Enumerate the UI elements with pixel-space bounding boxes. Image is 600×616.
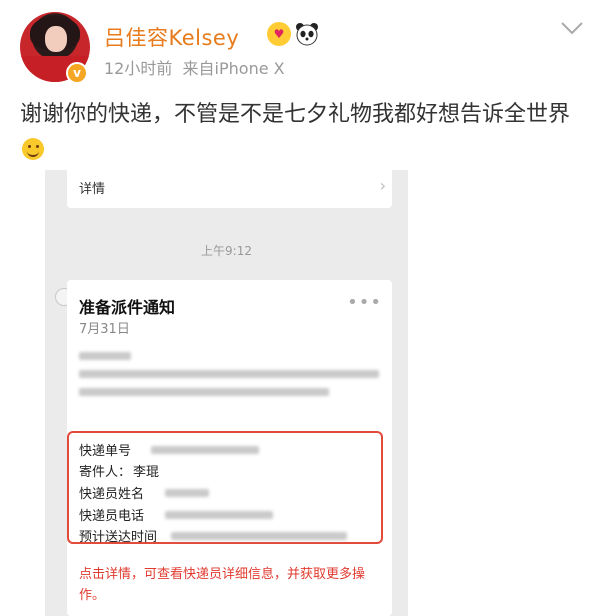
blurred-value bbox=[151, 446, 259, 454]
blurred-value bbox=[165, 511, 273, 519]
blurred-text bbox=[79, 388, 329, 396]
field-label: 快递单号 bbox=[79, 444, 132, 459]
post-text: 谢谢你的快递，不管是不是七夕礼物我都好想告诉全世界 bbox=[20, 102, 571, 127]
notice-date: 7月31日 bbox=[79, 322, 130, 337]
chevron-right-icon: › bbox=[379, 176, 386, 195]
field-courier-name: 快递员姓名 bbox=[79, 483, 144, 502]
field-label: 预计送达时间 bbox=[79, 530, 158, 545]
post-meta: 12小时前 来自iPhone X bbox=[104, 55, 285, 79]
field-courier-phone: 快递员电话 bbox=[79, 505, 144, 524]
details-hint[interactable]: 点击详情，可查看快递员详细信息，并获取更多操作。 bbox=[79, 564, 379, 606]
details-label: 详情 bbox=[79, 182, 106, 197]
avatar-face bbox=[45, 26, 67, 52]
field-sender: 寄件人： 李琨 bbox=[79, 461, 159, 480]
delivery-notice-card: 准备派件通知 ••• 7月31日 快递单号 寄件人： 李琨 快递员姓名 快递员电话… bbox=[67, 280, 392, 616]
field-label: 寄件人： bbox=[79, 465, 132, 480]
field-label: 快递员姓名 bbox=[79, 487, 145, 502]
more-icon: ••• bbox=[347, 292, 382, 313]
chevron-down-icon[interactable] bbox=[559, 20, 585, 36]
panda-emoji-icon bbox=[296, 23, 318, 46]
details-card: 详情 › bbox=[67, 170, 392, 208]
post-text-container: 谢谢你的快递，不管是不是七夕礼物我都好想告诉全世界 bbox=[20, 97, 580, 169]
field-label: 快递员电话 bbox=[79, 509, 145, 524]
field-tracking-number: 快递单号 bbox=[79, 440, 131, 459]
notice-title: 准备派件通知 bbox=[79, 298, 176, 317]
blurred-text bbox=[79, 370, 379, 378]
blurred-value bbox=[165, 489, 209, 497]
field-value: 李琨 bbox=[133, 465, 160, 480]
verified-badge-icon: v bbox=[66, 62, 88, 84]
field-eta: 预计送达时间 bbox=[79, 526, 157, 545]
heart-eyes-emoji-icon: ♥ bbox=[267, 22, 291, 46]
post-time: 12小时前 bbox=[104, 59, 173, 78]
blurred-text bbox=[79, 352, 131, 360]
chat-time: 上午9:12 bbox=[201, 244, 252, 258]
blurred-value bbox=[171, 532, 347, 540]
smile-emoji-icon bbox=[22, 138, 44, 160]
username[interactable]: 吕佳容Kelsey bbox=[104, 22, 239, 52]
post-source[interactable]: 来自iPhone X bbox=[183, 59, 285, 78]
embedded-screenshot[interactable]: 详情 › 上午9:12 准备派件通知 ••• 7月31日 快递单号 寄件人： 李琨… bbox=[45, 170, 408, 616]
